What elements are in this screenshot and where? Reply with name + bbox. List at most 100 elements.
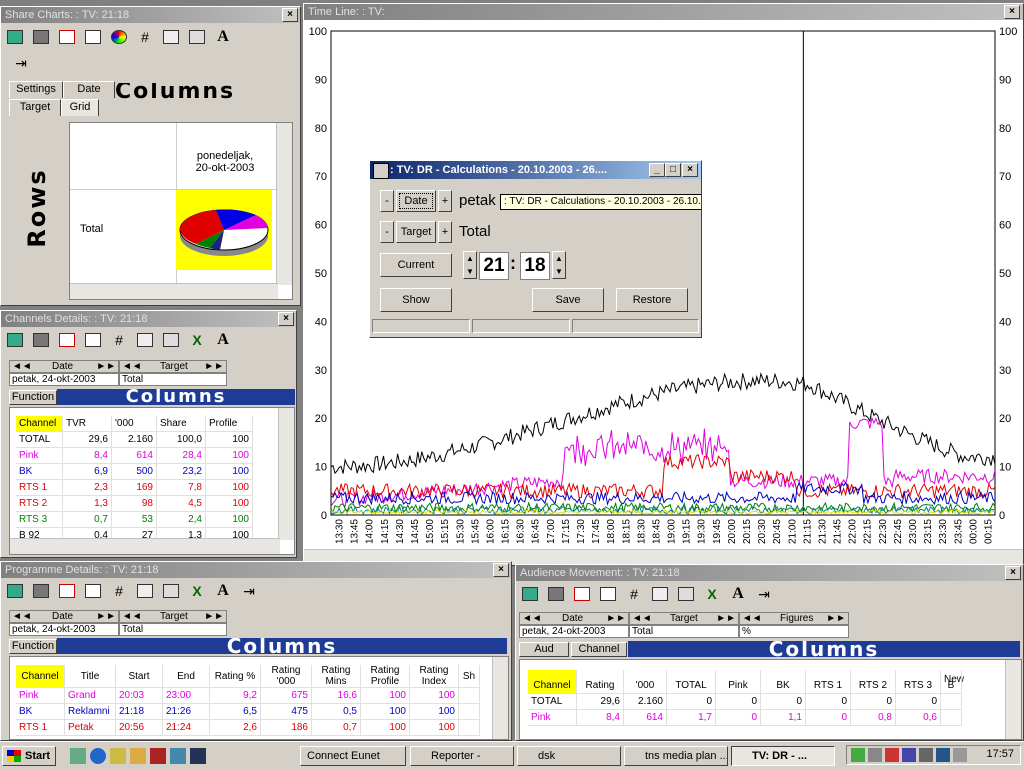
- target-nav[interactable]: ◄◄ Target ►►: [629, 612, 739, 625]
- app-icon-3[interactable]: [170, 748, 186, 764]
- restore-button[interactable]: Restore: [616, 288, 688, 312]
- printer-icon[interactable]: [31, 330, 51, 350]
- tab-date[interactable]: Date: [63, 81, 115, 98]
- table-row[interactable]: BK 6,9 500 23,2 100: [16, 463, 253, 480]
- table-row[interactable]: TOTAL 29,6 2.160 100,0 100: [16, 431, 253, 448]
- tab-channel[interactable]: Channel: [571, 642, 627, 657]
- hour-field[interactable]: 21: [479, 252, 509, 280]
- grid-icon[interactable]: #: [109, 330, 129, 350]
- tab-aud[interactable]: Aud: [519, 642, 569, 657]
- font-icon[interactable]: A: [728, 584, 748, 604]
- color-palette-icon[interactable]: [109, 27, 129, 47]
- page-icon[interactable]: [57, 27, 77, 47]
- target-select[interactable]: Total: [119, 373, 227, 386]
- database-icon[interactable]: [5, 581, 25, 601]
- volume-icon[interactable]: [868, 748, 882, 762]
- page-icon[interactable]: [572, 584, 592, 604]
- table-row[interactable]: RTS 3 0,7 53 2,4 100: [16, 511, 253, 528]
- copy-icon[interactable]: [650, 584, 670, 604]
- tray-icon-4[interactable]: [936, 748, 950, 762]
- grid-icon[interactable]: #: [135, 27, 155, 47]
- date-nav[interactable]: ◄◄ Date ►►: [519, 612, 629, 625]
- vertical-scrollbar[interactable]: [1005, 660, 1021, 739]
- date-plus-button[interactable]: +: [438, 190, 452, 212]
- paste-icon[interactable]: [187, 27, 207, 47]
- page-icon[interactable]: [57, 581, 77, 601]
- tab-settings[interactable]: Settings: [9, 81, 63, 98]
- database-icon[interactable]: [5, 330, 25, 350]
- date-select[interactable]: petak, 24-okt-2003: [9, 623, 119, 636]
- target-minus-button[interactable]: -: [380, 221, 394, 243]
- grid-icon[interactable]: #: [109, 581, 129, 601]
- taskbar-item-tns-media-plan[interactable]: tns media plan ...: [624, 746, 728, 766]
- function-button[interactable]: Function: [9, 639, 57, 654]
- taskbar-item-dsk[interactable]: dsk: [517, 746, 621, 766]
- tray-icon-2[interactable]: [902, 748, 916, 762]
- close-button[interactable]: ×: [278, 312, 294, 326]
- paste-icon[interactable]: [161, 581, 181, 601]
- close-button[interactable]: ×: [1004, 5, 1020, 19]
- target-nav[interactable]: ◄◄ Target ►►: [119, 360, 227, 373]
- app-icon-4[interactable]: [190, 748, 206, 764]
- printer-icon[interactable]: [31, 27, 51, 47]
- exit-icon[interactable]: ⇥: [239, 581, 259, 601]
- date-select[interactable]: petak, 24-okt-2003: [519, 625, 629, 638]
- font-icon[interactable]: A: [213, 330, 233, 350]
- app-icon-1[interactable]: [130, 748, 146, 764]
- date-nav[interactable]: ◄◄ Date ►►: [9, 610, 119, 623]
- start-button[interactable]: Start: [2, 746, 56, 766]
- table-row[interactable]: RTS 1 2,3 169 7,8 100: [16, 479, 253, 496]
- paste-icon[interactable]: [676, 584, 696, 604]
- app-icon-2[interactable]: [150, 748, 166, 764]
- tray-icons[interactable]: [851, 748, 967, 762]
- table-row[interactable]: RTS 2 1,3 98 4,5 100: [16, 495, 253, 512]
- horizontal-scrollbar[interactable]: [10, 538, 280, 554]
- table-row[interactable]: Pink Grand 20:03 23:00 9,2 675 16,6 100 100: [16, 687, 480, 704]
- figures-nav[interactable]: ◄◄ Figures ►►: [739, 612, 849, 625]
- tab-target[interactable]: Target: [9, 99, 61, 116]
- tray-icon-5[interactable]: [953, 748, 967, 762]
- database-icon[interactable]: [5, 27, 25, 47]
- vertical-scrollbar[interactable]: [492, 657, 508, 739]
- exit-icon[interactable]: ⇥: [11, 53, 31, 73]
- copy-icon[interactable]: [135, 581, 155, 601]
- date-button[interactable]: Date: [396, 190, 436, 212]
- hour-spinner[interactable]: ▲ ▼: [463, 251, 477, 279]
- printer-icon[interactable]: [546, 584, 566, 604]
- table-row[interactable]: RTS 1 Petak 20:56 21:24 2,6 186 0,7 100 100: [16, 719, 480, 736]
- ie-icon[interactable]: [90, 748, 106, 764]
- table-row[interactable]: Pink 8,4 614 28,4 100: [16, 447, 253, 464]
- excel-icon[interactable]: X: [187, 581, 207, 601]
- date-nav[interactable]: ◄◄ Date ►►: [9, 360, 119, 373]
- close-button[interactable]: ×: [282, 8, 298, 22]
- table-row[interactable]: Pink 8,4 614 1,7 0 1,1 0 0,8 0,6: [528, 709, 962, 726]
- network-icon[interactable]: [851, 748, 865, 762]
- maximize-button[interactable]: □: [665, 163, 681, 177]
- tray-icon-3[interactable]: [919, 748, 933, 762]
- date-select[interactable]: petak, 24-okt-2003: [9, 373, 119, 386]
- save-button[interactable]: Save: [532, 288, 604, 312]
- taskbar-item-connect-eunet[interactable]: Connect Eunet: [300, 746, 406, 766]
- table-row[interactable]: TOTAL 29,6 2.160 0 0 0 0 0 0: [528, 693, 962, 710]
- date-minus-button[interactable]: -: [380, 190, 394, 212]
- preview-icon[interactable]: [83, 581, 103, 601]
- minute-field[interactable]: 18: [520, 252, 550, 280]
- minute-spinner[interactable]: ▲ ▼: [552, 251, 566, 279]
- taskbar-item-tv-dr[interactable]: TV: DR - ...: [731, 746, 835, 766]
- function-button[interactable]: Function: [9, 390, 57, 405]
- exit-icon[interactable]: ⇥: [754, 584, 774, 604]
- page-icon[interactable]: [57, 330, 77, 350]
- font-icon[interactable]: A: [213, 27, 233, 47]
- minimize-button[interactable]: _: [649, 163, 665, 177]
- database-icon[interactable]: [520, 584, 540, 604]
- preview-icon[interactable]: [83, 27, 103, 47]
- vertical-scrollbar[interactable]: [276, 123, 292, 285]
- outlook-icon[interactable]: [110, 748, 126, 764]
- close-button[interactable]: ×: [493, 563, 509, 577]
- target-plus-button[interactable]: +: [438, 221, 452, 243]
- tray-icon-1[interactable]: [885, 748, 899, 762]
- close-button[interactable]: ×: [1005, 566, 1021, 580]
- excel-icon[interactable]: X: [187, 330, 207, 350]
- desktop-icon[interactable]: [70, 748, 86, 764]
- close-button[interactable]: ×: [682, 163, 698, 177]
